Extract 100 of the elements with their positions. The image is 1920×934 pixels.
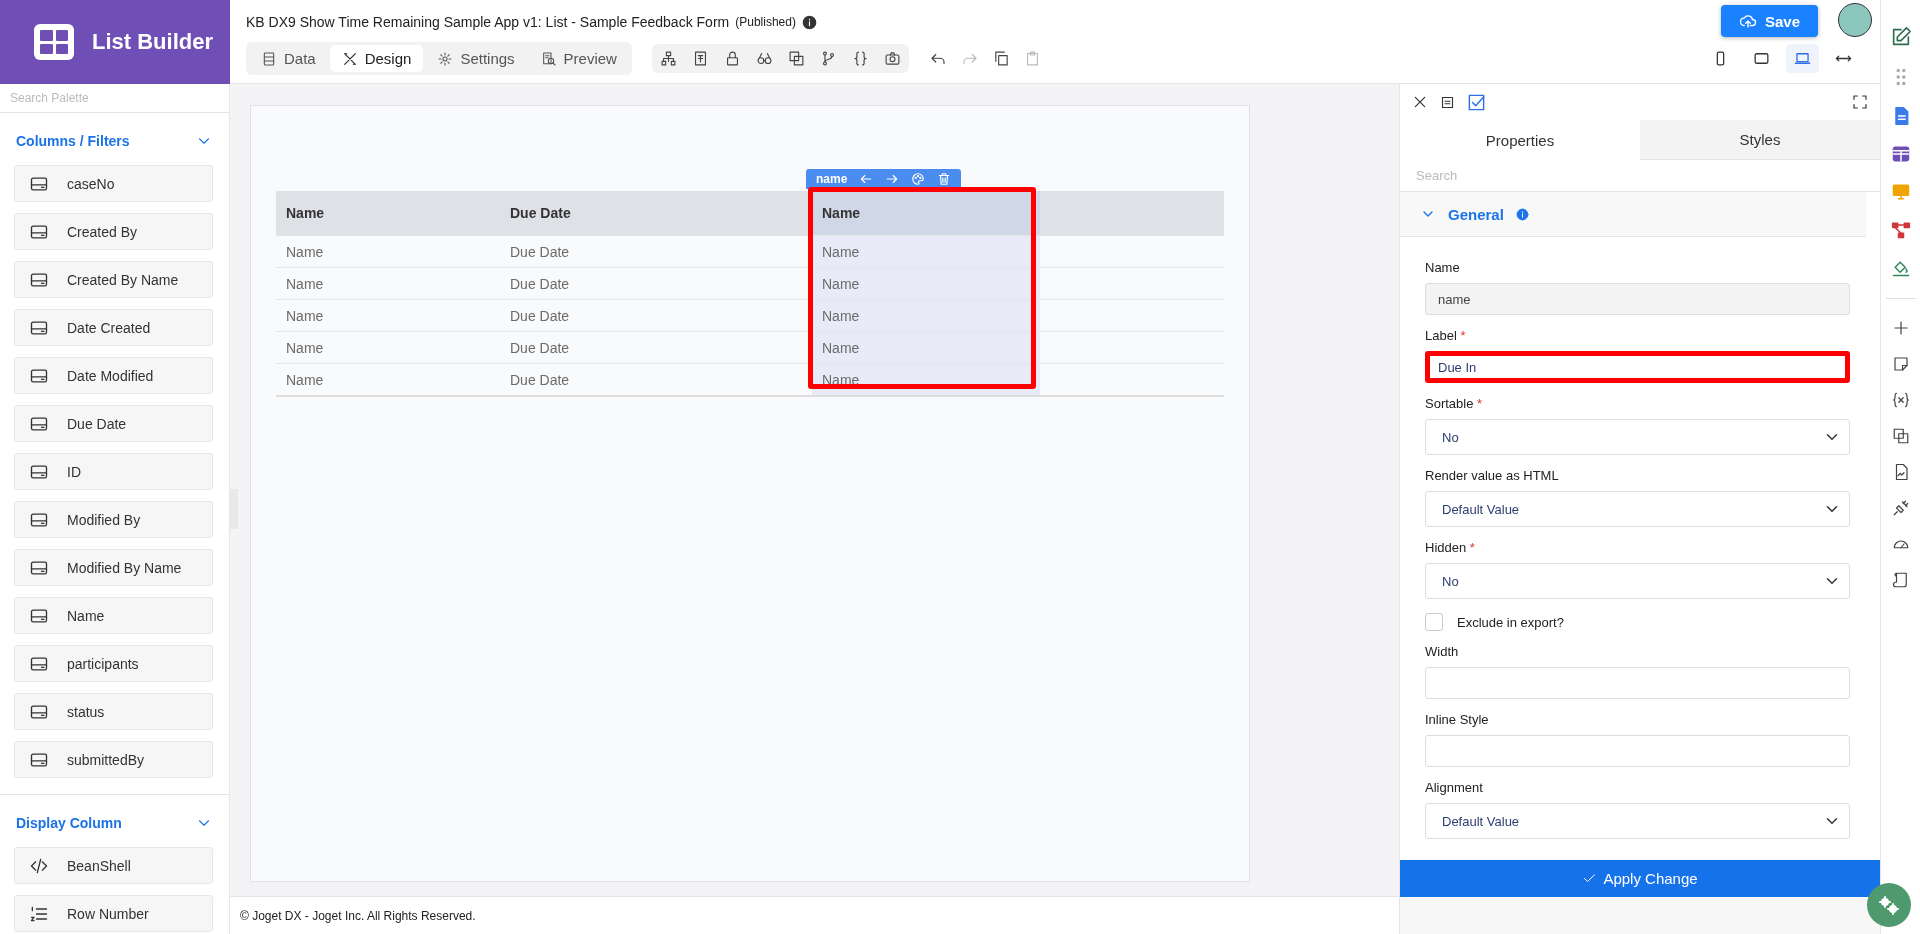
camera-icon <box>883 50 901 67</box>
cloud-upload-icon <box>1739 12 1757 30</box>
palette-icon <box>911 172 926 186</box>
table-cell: Name <box>812 267 1040 300</box>
palette-item[interactable]: Row Number <box>14 895 213 932</box>
list-icon <box>261 50 277 67</box>
copy-button[interactable] <box>992 50 1010 67</box>
table-cell: Due Date <box>500 299 812 332</box>
list-builder-logo <box>34 24 74 60</box>
toolbar-button[interactable] <box>659 50 677 67</box>
status-label: (Published) <box>735 15 796 29</box>
palette-item[interactable]: BeanShell <box>14 847 213 884</box>
required-mark: * <box>1469 540 1475 555</box>
section-title[interactable]: Display Column <box>16 815 122 831</box>
palette-item[interactable]: Due Date <box>14 405 213 442</box>
page-title: KB DX9 Show Time Remaining Sample App v1: List - Sample Feedback Form <box>246 14 730 30</box>
copy-icon <box>992 50 1010 67</box>
preview-icon <box>540 50 557 67</box>
toolbar-button[interactable] <box>787 50 805 67</box>
field-label: Inline Style <box>1425 712 1489 727</box>
note-icon <box>1891 355 1910 373</box>
rail-button[interactable] <box>1891 499 1910 517</box>
table-cell: Name <box>276 299 500 332</box>
footer-text: © Joget DX - Joget Inc. All Rights Reserved. <box>230 896 1399 934</box>
field-label: Label <box>1425 328 1457 343</box>
paint-bucket-icon <box>1890 258 1911 278</box>
tools-icon <box>341 50 358 67</box>
fullscreen-button[interactable] <box>1852 94 1868 110</box>
table-cell: Name <box>812 299 1040 332</box>
palette-item[interactable]: caseNo <box>14 165 213 202</box>
input-field[interactable] <box>1425 667 1850 699</box>
required-mark: * <box>1477 396 1483 411</box>
field-label: Sortable <box>1425 396 1474 411</box>
rail-button[interactable] <box>1890 258 1911 278</box>
input-field[interactable] <box>1425 735 1850 767</box>
rail-button[interactable] <box>1890 144 1911 164</box>
help-icon <box>1515 207 1529 221</box>
tab[interactable]: Data <box>249 45 328 72</box>
highlighted-input-field[interactable]: Due In <box>1425 351 1850 383</box>
tab[interactable]: Design <box>329 45 424 72</box>
select-field[interactable]: Default Value <box>1425 491 1850 527</box>
table-cell: Name <box>276 267 500 300</box>
column-header[interactable]: Name <box>276 191 500 236</box>
close-icon <box>1412 94 1428 110</box>
table-cell: Due Date <box>500 331 812 364</box>
settings-icon <box>437 50 454 67</box>
table-cell: Name <box>276 331 500 364</box>
toolbar-button[interactable] <box>755 50 773 67</box>
palette-item[interactable]: Name <box>14 597 213 634</box>
translate-icon <box>1891 427 1910 445</box>
trash-icon <box>937 172 952 186</box>
palette-item[interactable]: Date Created <box>14 309 213 346</box>
select-field[interactable]: No <box>1425 563 1850 599</box>
checkbox[interactable] <box>1425 613 1443 631</box>
palette-item[interactable]: Modified By <box>14 501 213 538</box>
network-icon <box>1890 220 1911 240</box>
column-toolbar-label: name <box>816 172 848 186</box>
table-cell: Name <box>812 331 1040 364</box>
sitemap-icon <box>659 50 677 67</box>
rail-button[interactable] <box>1891 427 1910 445</box>
left-arrow-icon <box>859 172 874 186</box>
rail-button[interactable] <box>1891 571 1910 589</box>
apply-change-button[interactable]: Apply Change <box>1400 860 1880 897</box>
tab[interactable]: Styles <box>1640 120 1880 160</box>
table-cell: Name <box>276 363 500 396</box>
settings-button[interactable] <box>1867 883 1911 927</box>
tab[interactable]: Settings <box>425 45 527 72</box>
select-field[interactable]: No <box>1425 419 1850 455</box>
toolbar-button[interactable] <box>883 50 901 67</box>
palette-item[interactable]: participants <box>14 645 213 682</box>
palette-item[interactable]: Date Modified <box>14 357 213 394</box>
palette-item[interactable]: Created By <box>14 213 213 250</box>
palette-item[interactable]: submittedBy <box>14 741 213 778</box>
field-label: Name <box>1425 260 1460 275</box>
settings-icon <box>1877 893 1901 917</box>
close-button[interactable] <box>1412 94 1428 110</box>
table-icon <box>1890 144 1911 164</box>
toolbar-button[interactable] <box>851 50 869 67</box>
palette-item[interactable]: Created By Name <box>14 261 213 298</box>
save-button[interactable]: Save <box>1721 5 1819 37</box>
palette-item[interactable]: status <box>14 693 213 730</box>
rail-button[interactable] <box>1890 220 1911 240</box>
palette-item[interactable]: Modified By Name <box>14 549 213 586</box>
avatar[interactable] <box>1838 3 1872 37</box>
select-field[interactable]: Default Value <box>1425 803 1850 839</box>
field-label: Hidden <box>1425 540 1467 555</box>
required-mark: * <box>1460 328 1466 343</box>
monitor-icon <box>1890 182 1911 202</box>
rail-button[interactable] <box>1891 391 1910 409</box>
right-arrow-icon <box>885 172 900 186</box>
palette-item[interactable]: ID <box>14 453 213 490</box>
rail-button[interactable] <box>1891 355 1910 373</box>
section-title[interactable]: Columns / Filters <box>16 133 130 149</box>
toolbar-button[interactable] <box>1440 94 1455 110</box>
field-label: Render value as HTML <box>1425 468 1559 483</box>
section-title[interactable]: General <box>1448 205 1504 223</box>
binoculars-icon <box>755 50 773 67</box>
tab[interactable]: Preview <box>528 45 629 72</box>
variable-icon <box>1891 391 1910 409</box>
column-header[interactable]: Name <box>812 191 1040 236</box>
